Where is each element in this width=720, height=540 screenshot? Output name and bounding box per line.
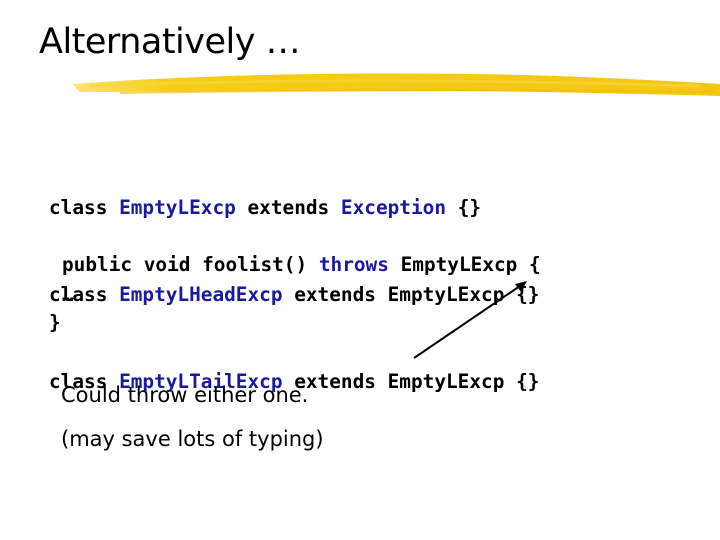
closing-brace: } bbox=[49, 311, 61, 334]
method-body-ellipsis: … bbox=[62, 283, 74, 306]
slide: Alternatively … class EmptyLExcp extends… bbox=[0, 0, 720, 540]
code-line: class EmptyLHeadExcp extends EmptyLExcp … bbox=[49, 283, 540, 306]
code-line: class EmptyLExcp extends Exception {} bbox=[49, 196, 482, 219]
note-text: (may save lots of typing) bbox=[61, 427, 324, 451]
method-signature: public void foolist() throws EmptyLExcp … bbox=[62, 253, 541, 276]
slide-title: Alternatively … bbox=[39, 22, 301, 62]
title-highlight-stroke bbox=[72, 73, 720, 96]
note-text: Could throw either one. bbox=[61, 383, 309, 407]
